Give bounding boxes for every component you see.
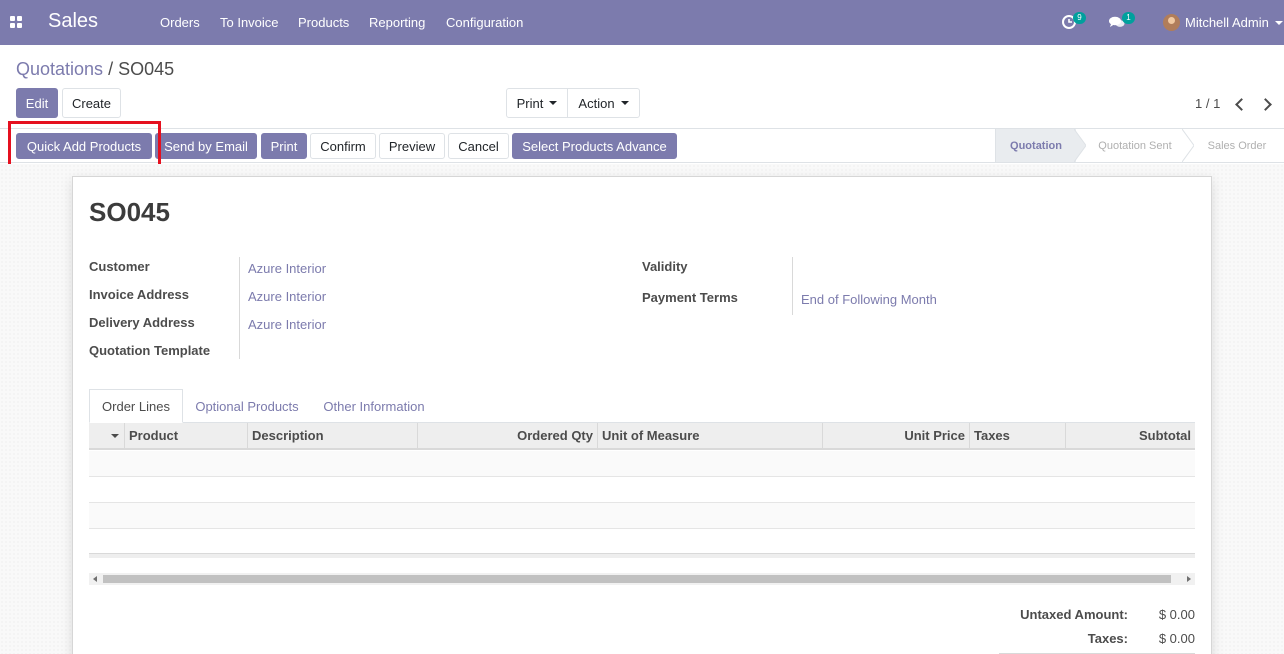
taxes-label: Taxes: — [1087, 631, 1128, 646]
preview-button[interactable]: Preview — [379, 133, 445, 159]
tab-optional-products[interactable]: Optional Products — [187, 389, 307, 423]
chevron-right-icon[interactable] — [1258, 95, 1276, 113]
stage-quotation-sent[interactable]: Quotation Sent — [1086, 129, 1184, 162]
payment-terms-value[interactable]: End of Following Month — [801, 292, 937, 307]
column-subtotal[interactable]: Subtotal — [1065, 423, 1195, 448]
activity-count-badge: 9 — [1073, 12, 1086, 24]
print-dropdown[interactable]: Print — [506, 88, 568, 118]
action-dropdown-label: Action — [578, 95, 615, 111]
table-row — [89, 451, 1195, 477]
user-menu[interactable]: Mitchell Admin — [1163, 14, 1283, 31]
invoice-address-value[interactable]: Azure Interior — [248, 289, 326, 304]
print-dropdown-label: Print — [516, 95, 544, 111]
stage-quotation[interactable]: Quotation — [996, 129, 1076, 162]
order-name: SO045 — [89, 197, 170, 227]
menu-to-invoice[interactable]: To Invoice — [220, 15, 279, 30]
menu-products[interactable]: Products — [298, 15, 349, 30]
order-lines-table-header: Product Description Ordered Qty Unit of … — [89, 423, 1195, 450]
scroll-left-icon[interactable] — [93, 576, 97, 582]
chevron-down-icon — [620, 101, 629, 105]
breadcrumb-quotations[interactable]: Quotations — [16, 59, 103, 79]
scroll-right-icon[interactable] — [1187, 576, 1191, 582]
delivery-address-label: Delivery Address — [89, 315, 195, 330]
app-title[interactable]: Sales — [48, 10, 98, 33]
stage-arrow-icon — [1074, 129, 1086, 162]
form-sheet: SO045 Customer Azure Interior Invoice Ad… — [72, 176, 1212, 654]
messages-count-badge: 1 — [1122, 12, 1135, 24]
untaxed-amount-value: $ 0.00 — [1158, 607, 1195, 622]
breadcrumb: Quotations / SO045 — [16, 59, 174, 80]
validity-label: Validity — [642, 259, 688, 274]
caret-down-icon — [111, 434, 119, 438]
select-products-advance-button[interactable]: Select Products Advance — [512, 133, 677, 159]
breadcrumb-current: SO045 — [118, 59, 175, 79]
sequence-column-header[interactable] — [89, 423, 124, 448]
menu-orders[interactable]: Orders — [160, 15, 200, 30]
invoice-address-label: Invoice Address — [89, 287, 189, 302]
breadcrumb-separator: / — [108, 59, 114, 79]
tab-order-lines[interactable]: Order Lines — [89, 389, 183, 423]
payment-terms-label: Payment Terms — [642, 290, 738, 305]
tab-other-information[interactable]: Other Information — [315, 389, 433, 423]
quotation-template-label: Quotation Template — [89, 343, 211, 358]
apps-menu-icon[interactable] — [10, 16, 22, 28]
horizontal-scrollbar[interactable] — [89, 573, 1195, 585]
stage-sales-order[interactable]: Sales Order — [1194, 129, 1280, 162]
pager-value[interactable]: 1 / 1 — [1195, 96, 1220, 111]
customer-label: Customer — [89, 259, 150, 274]
column-unit-price[interactable]: Unit Price — [822, 423, 969, 448]
scrollbar-thumb[interactable] — [103, 575, 1171, 583]
untaxed-amount-label: Untaxed Amount: — [1020, 607, 1128, 622]
column-product[interactable]: Product — [124, 423, 247, 448]
top-navbar: Sales Orders To Invoice Products Reporti… — [0, 0, 1284, 45]
send-by-email-button[interactable]: Send by Email — [155, 133, 257, 159]
avatar — [1163, 14, 1180, 31]
field-divider — [792, 257, 793, 315]
print-button[interactable]: Print — [261, 133, 307, 159]
table-row — [89, 529, 1195, 555]
column-unit-of-measure[interactable]: Unit of Measure — [597, 423, 822, 448]
edit-button[interactable]: Edit — [16, 88, 58, 118]
chevron-down-icon — [1274, 20, 1283, 25]
chevron-down-icon — [549, 101, 558, 105]
table-footer — [89, 553, 1195, 558]
column-ordered-qty[interactable]: Ordered Qty — [417, 423, 597, 448]
table-row — [89, 477, 1195, 503]
confirm-button[interactable]: Confirm — [310, 133, 376, 159]
delivery-address-value[interactable]: Azure Interior — [248, 317, 326, 332]
table-row — [89, 503, 1195, 529]
menu-reporting[interactable]: Reporting — [369, 15, 425, 30]
create-button[interactable]: Create — [62, 88, 121, 118]
taxes-value: $ 0.00 — [1158, 631, 1195, 646]
column-taxes[interactable]: Taxes — [969, 423, 1065, 448]
customer-value[interactable]: Azure Interior — [248, 261, 326, 276]
field-divider — [239, 257, 240, 359]
cancel-button[interactable]: Cancel — [448, 133, 509, 159]
action-dropdown[interactable]: Action — [567, 88, 640, 118]
chevron-left-icon[interactable] — [1231, 95, 1249, 113]
column-description[interactable]: Description — [247, 423, 417, 448]
menu-configuration[interactable]: Configuration — [446, 15, 523, 30]
stage-arrow-icon — [1182, 129, 1194, 162]
user-name: Mitchell Admin — [1185, 15, 1269, 30]
